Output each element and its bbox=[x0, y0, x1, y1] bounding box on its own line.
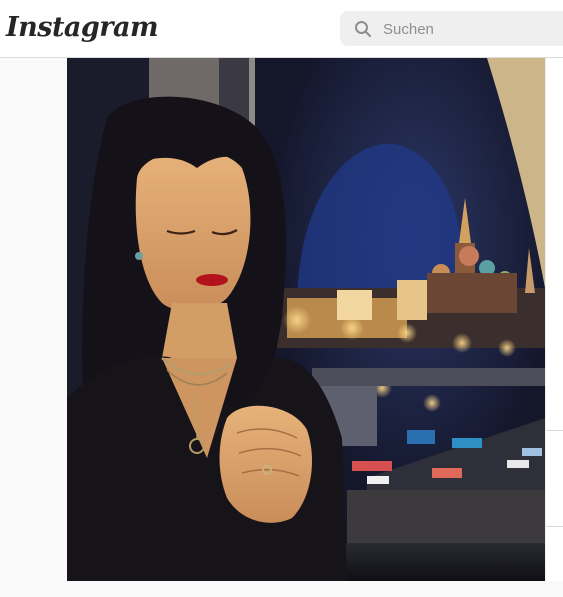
post-image[interactable] bbox=[67, 58, 545, 581]
feed-area bbox=[0, 58, 563, 597]
divider bbox=[546, 526, 563, 527]
right-sidebar-edge bbox=[545, 58, 563, 581]
top-navigation-bar: Instagram Suchen bbox=[0, 0, 563, 58]
search-box[interactable]: Suchen bbox=[340, 11, 563, 46]
post-photo-illustration bbox=[67, 58, 545, 581]
divider bbox=[546, 430, 563, 431]
search-input[interactable]: Suchen bbox=[383, 21, 434, 38]
search-icon bbox=[355, 21, 371, 37]
instagram-logo[interactable]: Instagram bbox=[6, 12, 159, 43]
